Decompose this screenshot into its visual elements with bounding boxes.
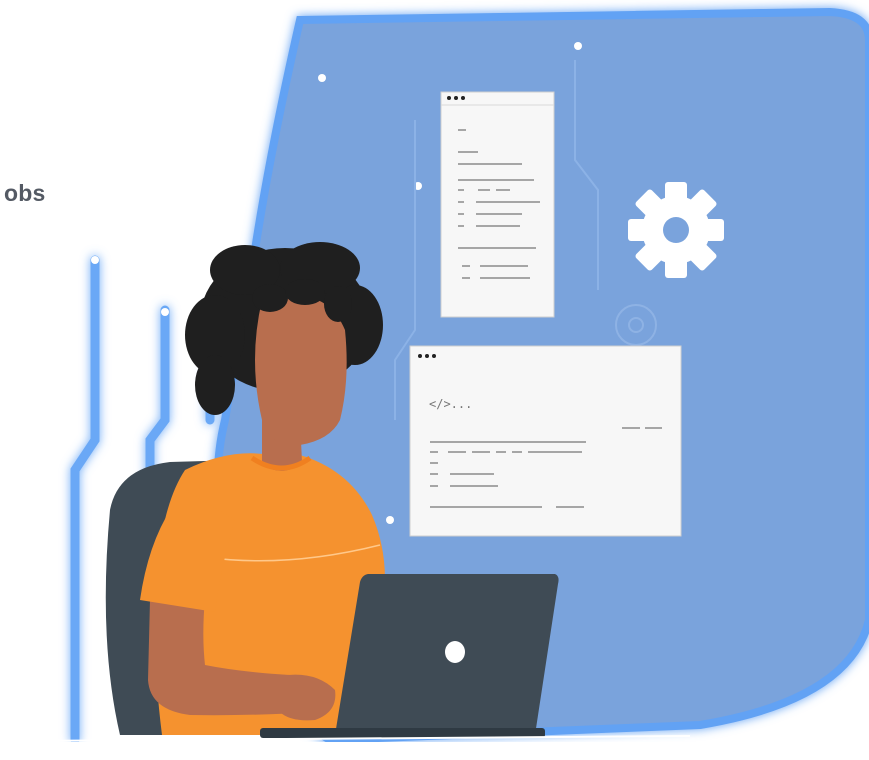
document-window	[440, 91, 555, 318]
window-dots	[447, 96, 465, 100]
laptop-logo	[445, 641, 465, 663]
code-window: </>...	[409, 345, 682, 537]
window-dots	[418, 354, 436, 358]
code-tag-text: </>...	[429, 397, 472, 411]
developer-illustration: </>...	[0, 7, 869, 760]
